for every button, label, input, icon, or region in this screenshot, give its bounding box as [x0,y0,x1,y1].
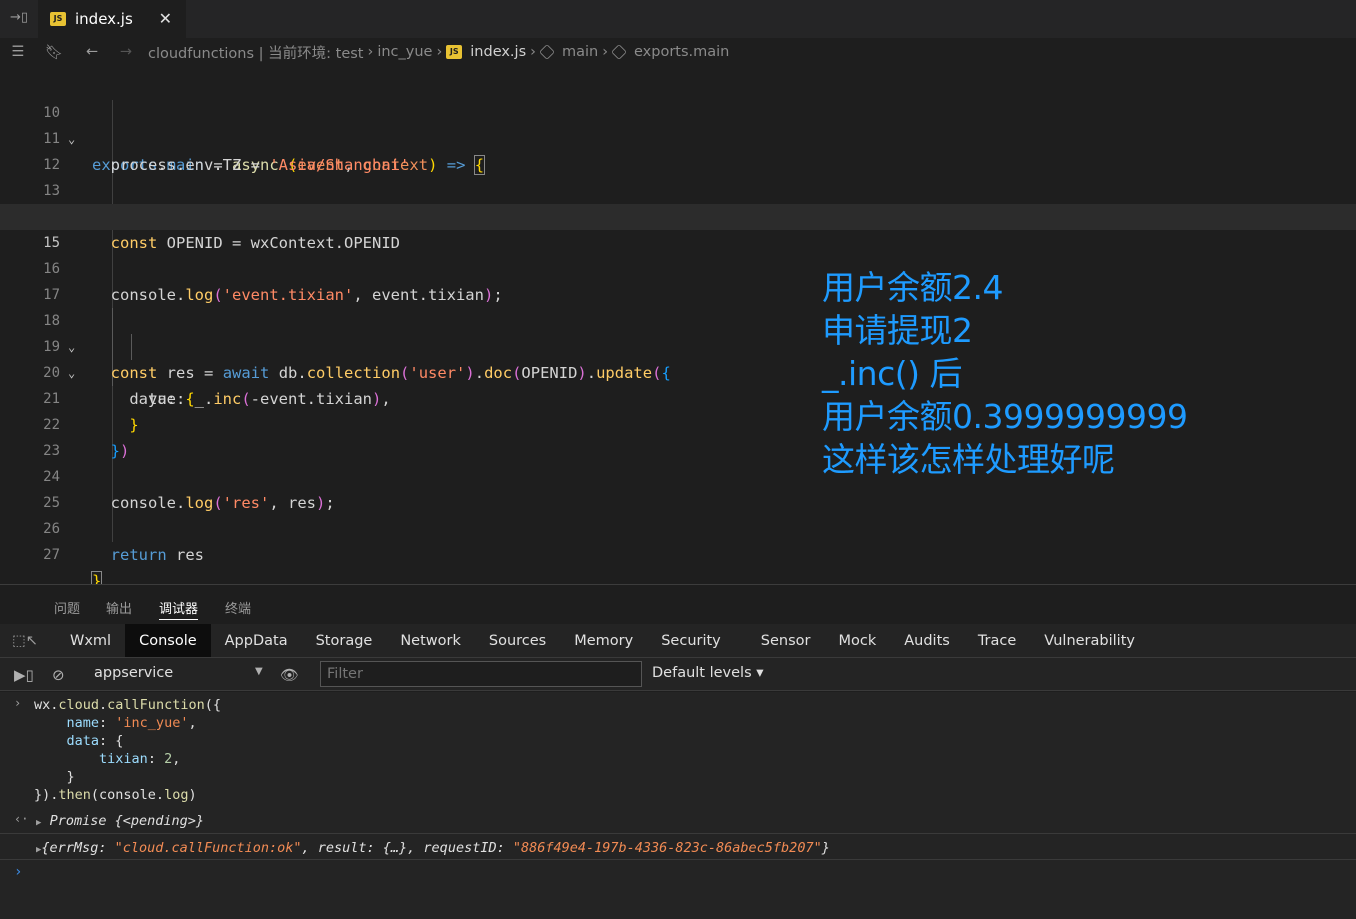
tab-appdata[interactable]: AppData [211,624,302,657]
panel-tabs: 问题 输出 调试器 终端 [0,584,1356,624]
code-line: 13 const wxContext = cloud.getWXContext(… [43,183,465,226]
console-log-line[interactable]: ▶{errMsg: "cloud.callFunction:ok", resul… [36,839,830,859]
code-line: 11 process.env.TZ = 'Asia/Shanghai' [43,131,410,174]
code-line: 27 } [43,547,103,591]
code-editor[interactable]: 10 ⌄ exports.main = async (event, contex… [0,74,1356,591]
tab-label: index.js [75,10,133,28]
console-output[interactable]: › wx.cloud.callFunction({ name: 'inc_yue… [0,692,1356,919]
breadcrumb-separator: › [602,44,608,60]
tab-terminal[interactable]: 终端 [225,598,251,617]
js-file-icon: JS [50,12,66,26]
tab-network[interactable]: Network [386,624,475,657]
tab-debugger[interactable]: 调试器 [159,598,199,620]
code-line-current: 15 [0,204,1356,251]
prompt-caret-icon[interactable]: › [14,864,22,880]
tab-vulnerability[interactable]: Vulnerability [1030,624,1149,657]
tab-mock[interactable]: Mock [824,624,890,657]
tab-storage[interactable]: Storage [302,624,387,657]
tab-output[interactable]: 输出 [106,598,132,617]
input-caret-icon: › [14,696,22,710]
tab-sources[interactable]: Sources [475,624,560,657]
chevron-down-icon[interactable]: ▼ [255,666,263,677]
tab-index-js[interactable]: JS index.js ✕ [38,0,186,38]
tab-problems[interactable]: 问题 [54,598,80,617]
code-line: 10 ⌄ exports.main = async (event, contex… [43,105,486,175]
filter-input[interactable] [320,661,642,687]
breadcrumb-separator: › [436,44,443,60]
toggle-sidebar-icon[interactable]: ▶▯ [14,666,34,684]
inspect-element-icon[interactable]: ⬚↖ [0,624,50,657]
tab-trace[interactable]: Trace [964,624,1030,657]
toggle-sidebar-icon[interactable]: →▯ [10,10,30,30]
tab-security[interactable]: Security [647,624,735,657]
js-file-icon: JS [446,45,463,59]
tab-sensor[interactable]: Sensor [735,624,825,657]
forward-arrow-icon[interactable]: → [114,44,138,60]
breadcrumb-separator: › [530,44,536,60]
tab-console[interactable]: Console [125,624,211,657]
clear-console-icon[interactable]: ⊘ [52,666,65,684]
back-arrow-icon[interactable]: ← [80,44,104,60]
tab-audits[interactable]: Audits [890,624,964,657]
breadcrumb-symbol-main[interactable]: main [562,44,598,60]
return-arrow-icon: ‹· [14,812,29,826]
divider [0,859,1356,860]
context-select[interactable]: appservice [94,665,173,681]
symbol-icon [611,44,627,60]
breadcrumb: ☰ 🔖︎ ← → cloudfunctions | 当前环境: test › i… [0,38,1356,66]
tab-strip: →▯ JS index.js ✕ [0,0,1356,38]
eye-icon[interactable]: 👁︎ [280,666,299,684]
symbol-icon [539,44,555,60]
list-icon[interactable]: ☰ [6,44,30,60]
breadcrumb-separator: › [367,44,374,60]
tab-wxml[interactable]: Wxml [50,624,125,657]
code-line: 12 [43,157,60,173]
console-toolbar: ▶▯ ⊘ appservice ▼ 👁︎ Default levels ▾ [0,657,1356,691]
annotation-text: 用户余额2.4 申请提现2 _.inc() 后 用户余额0.3999999999… [822,268,1188,479]
tab-memory[interactable]: Memory [560,624,647,657]
breadcrumb-project[interactable]: cloudfunctions | 当前环境: test [148,42,364,63]
console-return-line[interactable]: ▶ Promise {<pending>} [36,812,204,832]
breadcrumb-symbol-exports-main[interactable]: exports.main [634,44,729,60]
divider [0,833,1356,834]
breadcrumb-folder[interactable]: inc_yue [377,44,432,60]
code-line: 14 const OPENID = wxContext.OPENID [43,209,400,252]
levels-dropdown[interactable]: Default levels ▾ [652,665,764,681]
devtools-tabs: ⬚↖ Wxml Console AppData Storage Network … [0,624,1356,657]
console-input-line: wx.cloud.callFunction({ name: 'inc_yue',… [34,697,221,803]
breadcrumb-file[interactable]: index.js [470,44,526,60]
code-line: 16 console.log('event.tixian', event.tix… [43,261,503,304]
bookmark-icon[interactable]: 🔖︎ [42,44,66,61]
code-line: 26 return res [43,521,204,564]
close-icon[interactable]: ✕ [159,9,172,28]
